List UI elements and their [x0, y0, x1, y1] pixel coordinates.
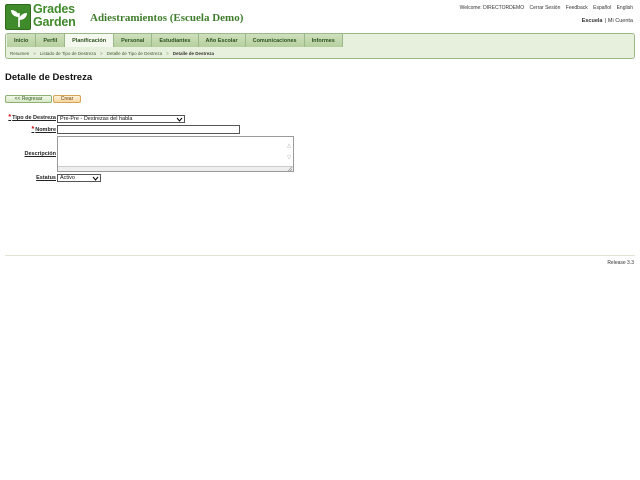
tab-ano-escolar[interactable]: Año Escolar [198, 34, 246, 47]
scroll-up-icon[interactable]: △ [286, 143, 292, 149]
tipo-destreza-value: Pre-Pre - Destrezas del habla [60, 116, 133, 122]
estatus-value: Activo [60, 175, 75, 181]
tab-estudiantes[interactable]: Estudiantes [152, 34, 199, 47]
back-button[interactable]: << Regresar [5, 95, 52, 103]
estatus-label: Estatus [36, 175, 56, 181]
tab-personal[interactable]: Personal [114, 34, 153, 47]
breadcrumb-separator-icon: > [33, 51, 36, 56]
nombre-label: *Nombre [31, 126, 56, 133]
school-link[interactable]: Escuela [582, 18, 603, 24]
resize-grip-icon[interactable] [287, 166, 293, 171]
chevron-down-icon [176, 117, 183, 122]
logout-link[interactable]: Cerrar Sesión [530, 5, 561, 11]
tab-perfil[interactable]: Perfil [36, 34, 66, 47]
leaf-icon [5, 4, 31, 30]
textarea-scrollbar[interactable] [58, 166, 293, 171]
estatus-select[interactable]: Activo [57, 174, 101, 182]
nav-tabs: Inicio Perfil Planificación Personal Estudia… [7, 34, 343, 47]
grades-garden-logo[interactable]: Grades Garden [5, 2, 83, 32]
main-nav: Inicio Perfil Planificación Personal Estudia… [5, 33, 635, 59]
breadcrumb-current: Detalle de Destreza [172, 51, 215, 56]
welcome-text: Welcome: DIRECTORDEMO [459, 5, 525, 11]
breadcrumb-separator-icon: > [166, 51, 169, 56]
tab-comunicaciones[interactable]: Comunicaciones [245, 34, 305, 47]
tab-inicio[interactable]: Inicio [7, 34, 37, 47]
my-account-link[interactable]: Mi Cuenta [608, 18, 633, 24]
create-button[interactable]: Crear [53, 95, 81, 103]
page-title: Detalle de Destreza [5, 72, 93, 83]
descripcion-label: Descripción [24, 151, 56, 157]
breadcrumb: Resumen > Listado de Tipo de Destreza > Deta… [10, 49, 214, 58]
app-title: Adiestramientos (Escuela Demo) [90, 12, 244, 24]
feedback-link[interactable]: Feedback [566, 5, 588, 11]
tipo-destreza-select[interactable]: Pre-Pre - Destrezas del habla [57, 115, 185, 123]
chevron-down-icon [92, 176, 99, 181]
footer-divider [5, 255, 635, 256]
breadcrumb-link[interactable]: Listado de Tipo de Destreza [40, 51, 96, 56]
breadcrumb-separator-icon: > [99, 51, 103, 56]
tab-planificacion[interactable]: Planificación [65, 34, 115, 47]
breadcrumb-link[interactable]: Resumen [10, 51, 29, 56]
tab-informes[interactable]: Informes [304, 34, 343, 47]
language-english-link[interactable]: English [617, 5, 633, 11]
nombre-input[interactable] [57, 125, 240, 134]
school-links: Escuela | Mi Cuenta [581, 18, 633, 24]
required-marker: * [31, 126, 35, 133]
breadcrumb-link[interactable]: Detalle de Tipo de Destreza [107, 51, 163, 56]
logo-text: Grades Garden [33, 2, 76, 29]
language-spanish-link[interactable]: Español [593, 5, 611, 11]
required-marker: * [8, 114, 12, 121]
descripcion-textarea[interactable]: △ ▽ [57, 136, 294, 172]
scroll-down-icon[interactable]: ▽ [286, 155, 292, 161]
top-links: Welcome: DIRECTORDEMO Cerrar Sesión Feed… [456, 5, 633, 11]
tipo-destreza-label: *Tipo de Destreza [8, 114, 56, 121]
release-version: Release 3.3 [607, 260, 634, 266]
